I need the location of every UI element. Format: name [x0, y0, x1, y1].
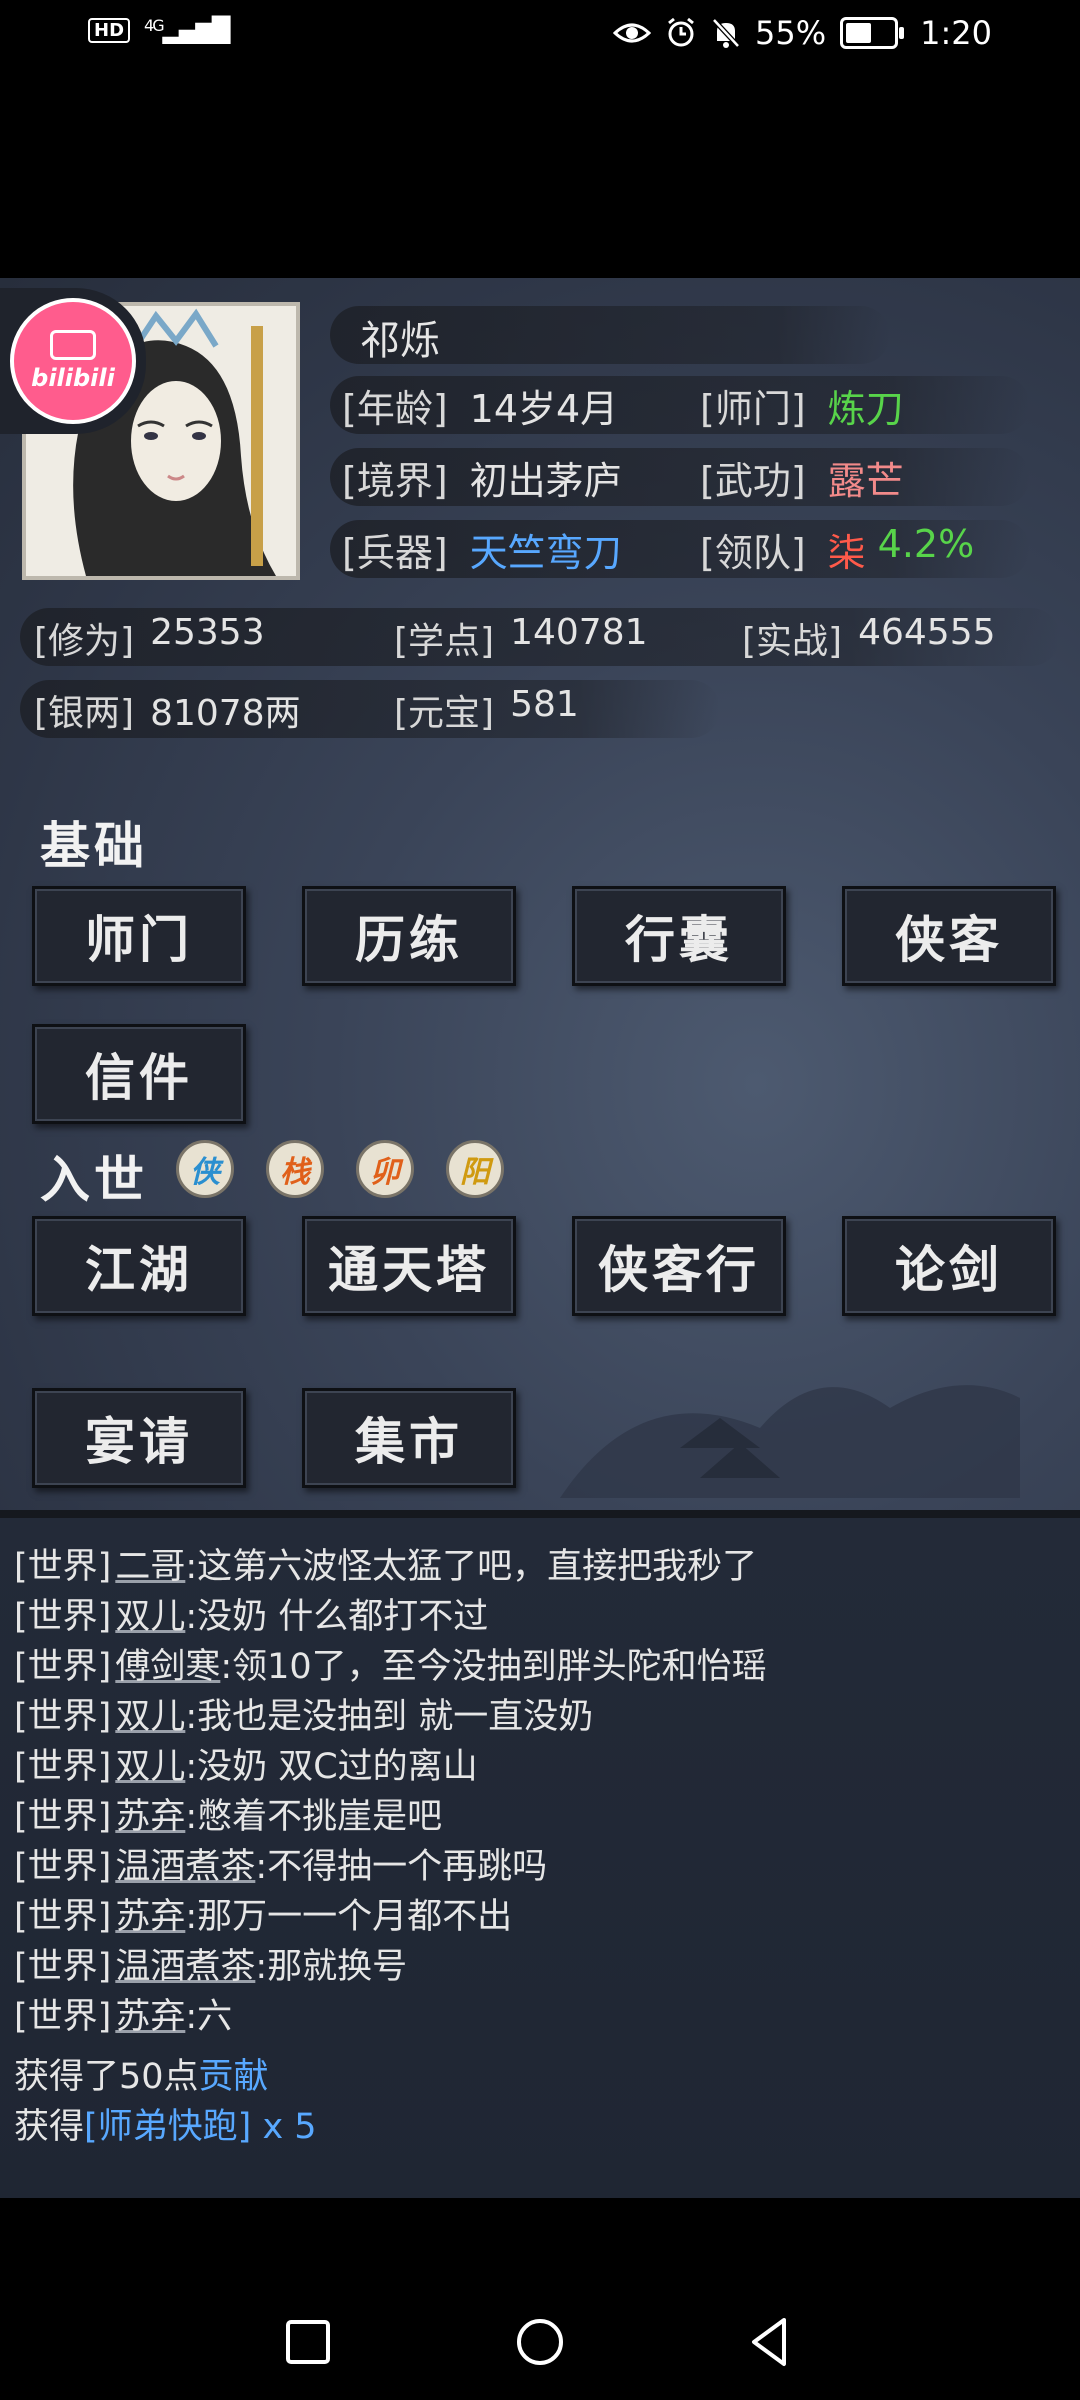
chat-username[interactable]: 傅剑寒	[115, 1647, 220, 1687]
hero-badge-icon[interactable]: 侠	[176, 1140, 234, 1198]
back-icon[interactable]	[740, 2312, 800, 2372]
chat-username[interactable]: 苏弃	[115, 1797, 185, 1837]
chat-username[interactable]: 双儿	[115, 1597, 185, 1637]
chat-username[interactable]: 温酒煮茶	[115, 1947, 255, 1987]
character-name: 祁烁	[360, 318, 440, 364]
chat-panel[interactable]: ▔▔▔▔▔▔▔▔▔▔▔▔▔▔▔▔▔▔▔▔▔▔▔▔▔▔ [世界]二哥:这第六波怪太…	[0, 1518, 1080, 2198]
chat-channel: [世界]	[14, 1847, 112, 1887]
reward-line: 获得[师弟快跑] x 5	[14, 2107, 317, 2147]
chat-message: [世界] 傅剑寒:领10了，至今没抽到胖头陀和怡瑶	[14, 1638, 767, 1689]
chat-message: [世界] 苏弃:那万一一个月都不出	[14, 1888, 512, 1939]
signal-icon: 4G▂▄▆█	[144, 16, 230, 44]
yang-badge-icon[interactable]: 阳	[446, 1140, 504, 1198]
chat-username[interactable]: 双儿	[115, 1747, 185, 1787]
weapon-field[interactable]: [兵器] 天竺弯刀	[342, 522, 622, 577]
mail-button[interactable]: 信件	[32, 1024, 246, 1124]
chat-text: :没奶 什么都打不过	[185, 1597, 489, 1637]
status-bar: HD 4G▂▄▆█ 55% 1:20	[0, 0, 1080, 70]
hero-journey-button[interactable]: 侠客行	[572, 1216, 786, 1316]
martial-field[interactable]: [武功] 露芒	[700, 450, 904, 505]
bilibili-label: bilibili	[31, 364, 115, 392]
game-panel: bilibili 祁烁 [年龄] 14岁4月 [师门] 炼刀 [境界] 初出茅庐 [武…	[0, 278, 1080, 1518]
chat-channel: [世界]	[14, 1897, 112, 1937]
market-button[interactable]: 集市	[302, 1388, 516, 1488]
mute-icon	[712, 18, 740, 48]
chat-text: :不得抽一个再跳吗	[255, 1847, 548, 1887]
alarm-icon	[668, 17, 694, 47]
chat-text: :领10了，至今没抽到胖头陀和怡瑶	[220, 1647, 767, 1687]
bilibili-floating-button[interactable]: bilibili	[0, 288, 146, 434]
chat-message: [世界] 二哥:这第六波怪太猛了吧，直接把我秒了	[14, 1538, 757, 1589]
jianghu-button[interactable]: 江湖	[32, 1216, 246, 1316]
reward-line: 获得了50点贡献	[14, 2057, 269, 2097]
chat-message: [世界] 温酒煮茶:那就换号	[14, 1938, 407, 1989]
recents-icon[interactable]	[278, 2312, 338, 2372]
heroes-button[interactable]: 侠客	[842, 886, 1056, 986]
chat-message: [世界] 双儿:没奶 双C过的离山	[14, 1738, 478, 1789]
chat-channel: [世界]	[14, 1697, 112, 1737]
sect-field[interactable]: [师门] 炼刀	[700, 378, 904, 433]
chat-channel: [世界]	[14, 1647, 112, 1687]
chat-username[interactable]: 苏弃	[115, 1997, 185, 2037]
basic-section-title: 基础	[40, 816, 148, 875]
chat-text: :憋着不挑崖是吧	[185, 1797, 443, 1837]
home-icon[interactable]	[510, 2312, 570, 2372]
study-points-stat: [学点] 140781	[394, 612, 648, 662]
ingot-stat: [元宝] 581	[394, 684, 579, 734]
chat-message: [世界] 苏弃:憋着不挑崖是吧	[14, 1788, 442, 1839]
banquet-button[interactable]: 宴请	[32, 1388, 246, 1488]
inventory-button[interactable]: 行囊	[572, 886, 786, 986]
chat-channel: [世界]	[14, 1947, 112, 1987]
duel-button[interactable]: 论剑	[842, 1216, 1056, 1316]
chat-text: :这第六波怪太猛了吧，直接把我秒了	[185, 1547, 758, 1587]
tv-icon	[50, 330, 96, 360]
battery-percent: 55%	[755, 14, 827, 52]
combat-stat: [实战] 464555	[742, 612, 996, 662]
chat-text: :我也是没抽到 就一直没奶	[185, 1697, 594, 1737]
chat-message: [世界] 温酒煮茶:不得抽一个再跳吗	[14, 1838, 547, 1889]
chat-username[interactable]: 二哥	[115, 1547, 185, 1587]
chat-message: [世界] 苏弃:六	[14, 1988, 232, 2039]
world-section-title: 入世	[40, 1150, 148, 1209]
silver-stat: [银两] 81078两	[34, 693, 301, 734]
item-link[interactable]: [师弟快跑] x 5	[84, 2107, 317, 2147]
chat-username[interactable]: 苏弃	[115, 1897, 185, 1937]
chat-text: :六	[185, 1997, 233, 2037]
tower-button[interactable]: 通天塔	[302, 1216, 516, 1316]
chat-channel: [世界]	[14, 1547, 112, 1587]
cultivation-stat: [修为] 25353	[34, 612, 265, 662]
realm-field: [境界] 初出茅庐	[342, 459, 622, 503]
chat-channel: [世界]	[14, 1797, 112, 1837]
clock: 1:20	[920, 14, 992, 52]
chat-channel: [世界]	[14, 1747, 112, 1787]
battery-icon	[840, 17, 905, 49]
chat-text: :那就换号	[255, 1947, 408, 1987]
mao-badge-icon[interactable]: 卯	[356, 1140, 414, 1198]
chat-username[interactable]: 双儿	[115, 1697, 185, 1737]
contribution-link[interactable]: 贡献	[199, 2057, 269, 2097]
eye-icon	[613, 23, 652, 43]
chat-channel: [世界]	[14, 1997, 112, 2037]
inn-badge-icon[interactable]: 栈	[266, 1140, 324, 1198]
training-button[interactable]: 历练	[302, 886, 516, 986]
chat-text: :那万一一个月都不出	[185, 1897, 513, 1937]
leader-field[interactable]: [领队] 柒 4.2%	[700, 522, 974, 577]
hd-indicator: HD	[88, 17, 131, 43]
chat-channel: [世界]	[14, 1597, 112, 1637]
chat-text: :没奶 双C过的离山	[185, 1747, 478, 1787]
chat-message: [世界] 双儿:我也是没抽到 就一直没奶	[14, 1688, 593, 1739]
chat-message: [世界] 双儿:没奶 什么都打不过	[14, 1588, 488, 1639]
age-field: [年龄] 14岁4月	[342, 387, 619, 431]
sect-button[interactable]: 师门	[32, 886, 246, 986]
background-pagoda	[560, 1385, 1020, 1498]
chat-username[interactable]: 温酒煮茶	[115, 1847, 255, 1887]
